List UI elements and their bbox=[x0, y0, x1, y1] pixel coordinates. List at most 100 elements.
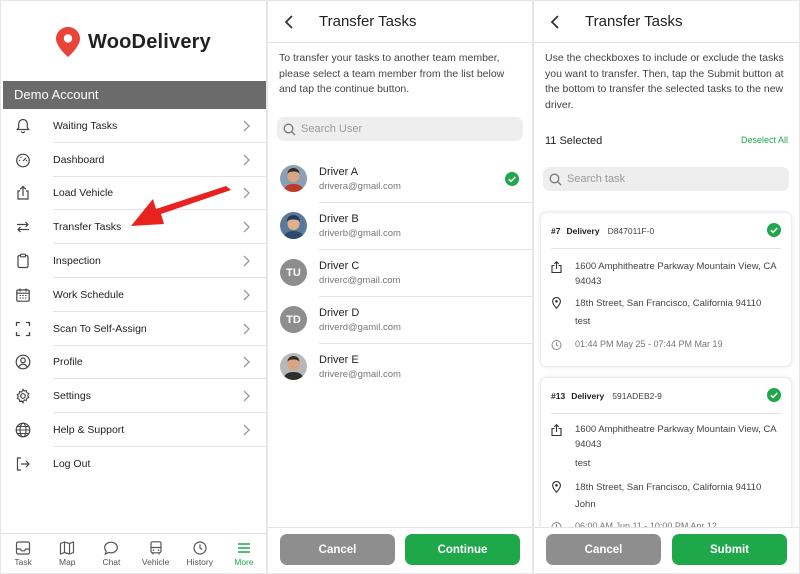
driver-name: Driver D bbox=[319, 307, 360, 319]
menu-item-label: Log Out bbox=[53, 457, 91, 470]
instructions: To transfer your tasks to another team m… bbox=[279, 52, 505, 95]
nav-label: History bbox=[186, 556, 213, 567]
task-card[interactable]: #13 Delivery 591ADEB2-9 1600 Amphitheatre … bbox=[541, 378, 791, 548]
menu-item-inspection[interactable]: Inspection bbox=[1, 244, 266, 278]
task-code: 591ADEB2-9 bbox=[612, 391, 662, 401]
chevron-right-icon bbox=[243, 323, 250, 335]
driver-row[interactable]: TD Driver D driverd@gamil.com bbox=[268, 297, 532, 344]
back-arrow-icon[interactable] bbox=[550, 15, 560, 29]
driver-name: Driver C bbox=[319, 260, 360, 272]
back-arrow-icon[interactable] bbox=[284, 15, 294, 29]
footer: Cancel Continue bbox=[268, 527, 532, 573]
menu-item-help-support[interactable]: Help & Support bbox=[1, 413, 266, 447]
task-card[interactable]: #7 Delivery D847011F-0 1600 Amphitheatre P… bbox=[541, 213, 791, 366]
task-type: Delivery bbox=[566, 226, 600, 236]
nav-more[interactable]: More bbox=[222, 534, 266, 573]
pickup-note: test bbox=[575, 458, 591, 469]
avatar bbox=[280, 353, 307, 380]
avatar-initials: TD bbox=[280, 306, 307, 333]
menu-item-settings[interactable]: Settings bbox=[1, 379, 266, 414]
page-title: Transfer Tasks bbox=[585, 13, 683, 30]
chat-icon bbox=[104, 541, 119, 555]
driver-email: driverc@gmail.com bbox=[319, 275, 401, 286]
driver-row[interactable]: Driver B driverb@gmail.com bbox=[268, 203, 532, 250]
location-pin-icon bbox=[56, 27, 80, 57]
chevron-right-icon bbox=[243, 154, 250, 166]
menu-item-label: Waiting Tasks bbox=[53, 119, 118, 132]
pickup-address: 1600 Amphitheatre Parkway Mountain View,… bbox=[575, 261, 777, 287]
menu-item-label: Scan To Self-Assign bbox=[53, 322, 147, 335]
location-pin-icon bbox=[552, 481, 561, 493]
menu-item-dashboard[interactable]: Dashboard bbox=[1, 143, 266, 177]
side-menu: Waiting Tasks Dashboard Load Vehicle Tra… bbox=[1, 109, 266, 481]
nav-chat[interactable]: Chat bbox=[89, 534, 133, 573]
select-driver-screen: Transfer Tasks To transfer your tasks to… bbox=[268, 1, 532, 573]
nav-history[interactable]: History bbox=[178, 534, 222, 573]
nav-task[interactable]: Task bbox=[1, 534, 45, 573]
transfer-icon bbox=[14, 218, 32, 236]
bus-icon bbox=[149, 540, 162, 554]
menu-item-profile[interactable]: Profile bbox=[1, 346, 266, 380]
map-icon bbox=[60, 540, 75, 555]
submit-button[interactable]: Submit bbox=[672, 534, 787, 565]
task-code: D847011F-0 bbox=[607, 226, 655, 236]
menu-item-label: Load Vehicle bbox=[53, 187, 114, 200]
app-logo: WooDelivery bbox=[1, 27, 266, 57]
nav-label: Task bbox=[14, 556, 32, 567]
check-circle-icon[interactable] bbox=[767, 388, 781, 402]
avatar bbox=[280, 165, 307, 192]
clock-icon bbox=[551, 340, 562, 350]
search-placeholder: Search User bbox=[301, 123, 363, 135]
selected-count: 11 Selected bbox=[545, 135, 603, 147]
menu-screen: WooDelivery Demo Account Waiting Tasks D… bbox=[1, 1, 266, 573]
avatar bbox=[280, 212, 307, 239]
chevron-right-icon bbox=[243, 120, 250, 132]
chevron-right-icon bbox=[243, 289, 250, 301]
page-title: Transfer Tasks bbox=[319, 13, 417, 30]
continue-button[interactable]: Continue bbox=[405, 534, 520, 565]
gauge-icon bbox=[14, 151, 32, 169]
nav-label: More bbox=[234, 556, 254, 567]
globe-icon bbox=[14, 421, 32, 439]
search-user-input[interactable]: Search User bbox=[277, 117, 523, 141]
location-pin-icon bbox=[552, 297, 561, 309]
clock-icon bbox=[193, 540, 207, 555]
search-icon bbox=[549, 173, 562, 185]
menu-item-waiting-tasks[interactable]: Waiting Tasks bbox=[1, 109, 266, 143]
pickup-address: 1600 Amphitheatre Parkway Mountain View,… bbox=[575, 424, 777, 450]
driver-name: Driver B bbox=[319, 213, 359, 225]
menu-item-scan-to-self-assign[interactable]: Scan To Self-Assign bbox=[1, 312, 266, 346]
search-task-input[interactable]: Search task bbox=[543, 167, 789, 191]
bottom-nav: Task Map Chat Vehicle History More bbox=[1, 533, 266, 573]
menu-item-label: Transfer Tasks bbox=[53, 221, 122, 234]
inbox-icon bbox=[15, 540, 31, 555]
check-circle-icon[interactable] bbox=[767, 223, 781, 237]
menu-item-label: Settings bbox=[53, 390, 91, 403]
nav-label: Map bbox=[58, 556, 76, 567]
deselect-all-link[interactable]: Deselect All bbox=[741, 135, 788, 145]
driver-row[interactable]: Driver E drivere@gmail.com bbox=[268, 344, 532, 391]
account-bar: Demo Account bbox=[3, 81, 266, 109]
menu-item-log-out[interactable]: Log Out bbox=[1, 447, 266, 481]
time-window: 01:44 PM May 25 - 07:44 PM Mar 19 bbox=[575, 339, 723, 349]
cancel-button[interactable]: Cancel bbox=[280, 534, 395, 565]
upload-icon bbox=[14, 184, 32, 202]
driver-list: Driver A drivera@gmail.com Driver B driv… bbox=[268, 156, 532, 391]
task-type: Delivery bbox=[571, 391, 605, 401]
share-upload-icon bbox=[551, 424, 562, 436]
cancel-button[interactable]: Cancel bbox=[546, 534, 661, 565]
nav-vehicle[interactable]: Vehicle bbox=[134, 534, 178, 573]
driver-row[interactable]: TU Driver C driverc@gmail.com bbox=[268, 250, 532, 297]
menu-item-label: Work Schedule bbox=[53, 288, 125, 301]
share-upload-icon bbox=[551, 261, 562, 273]
driver-row[interactable]: Driver A drivera@gmail.com bbox=[268, 156, 532, 203]
task-number: #13 bbox=[551, 391, 566, 401]
avatar-initials: TU bbox=[280, 259, 307, 286]
search-icon bbox=[283, 123, 296, 135]
menu-item-label: Inspection bbox=[53, 255, 101, 268]
nav-map[interactable]: Map bbox=[45, 534, 89, 573]
menu-item-work-schedule[interactable]: Work Schedule bbox=[1, 278, 266, 312]
gear-icon bbox=[14, 387, 32, 405]
menu-icon bbox=[237, 542, 250, 553]
chevron-right-icon bbox=[243, 357, 250, 368]
